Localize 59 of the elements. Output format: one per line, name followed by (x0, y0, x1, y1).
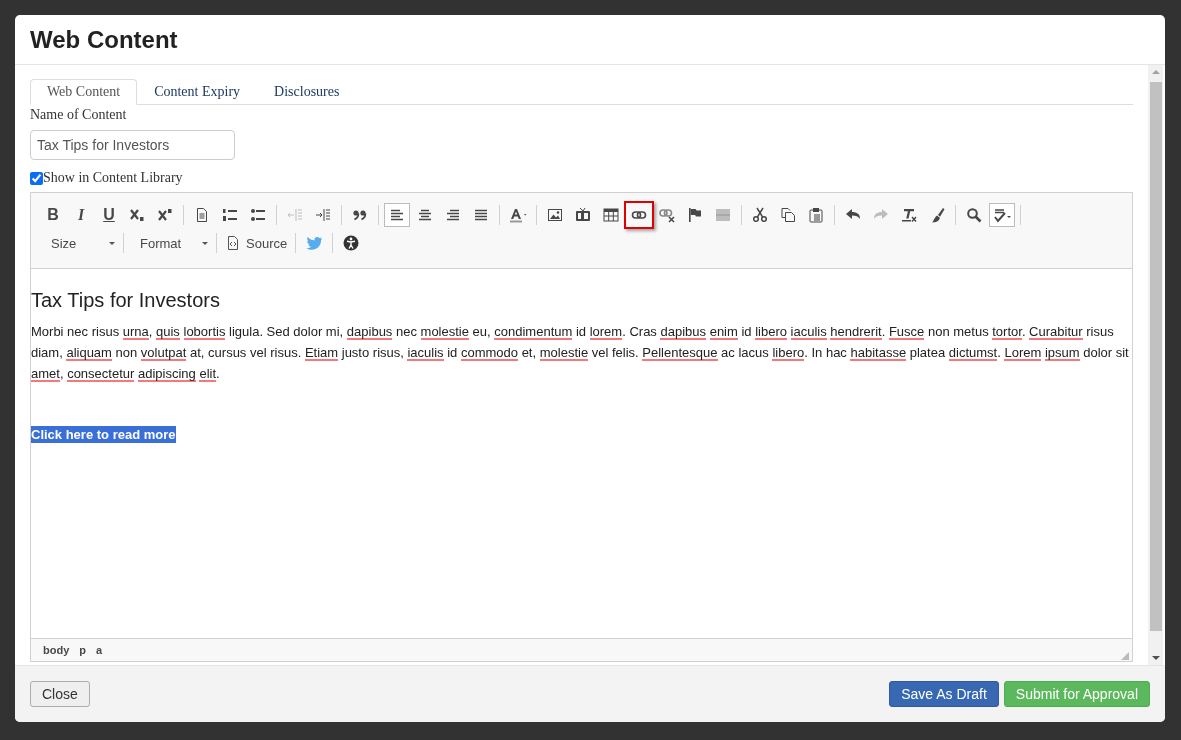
checkbox[interactable] (30, 171, 43, 185)
horizontal-rule-icon (715, 207, 731, 223)
superscript-icon (157, 207, 173, 223)
bird-icon (306, 235, 323, 251)
dialog-title: Web Content (30, 25, 178, 54)
resize-grip-icon[interactable] (1121, 652, 1129, 660)
element-path-item[interactable]: p (79, 644, 86, 656)
tab[interactable]: Disclosures (257, 79, 357, 105)
table-icon (603, 207, 619, 223)
close-button[interactable]: Close (30, 681, 90, 707)
align-left-button[interactable] (384, 203, 410, 227)
copy-icon (780, 207, 796, 223)
code-file-icon (225, 235, 241, 251)
accessibility-icon (343, 235, 360, 251)
scrollbar-thumb[interactable] (1149, 82, 1162, 631)
field-label: Name of Content (30, 107, 127, 123)
body-paragraph: Morbi nec risus urna, quis lobortis ligula. Sed dolor mi, dapibus nec molestie eu, condimentum id lorem. Cras dapibus enim id libero iaculis hendrerit. Fusce non metus tortor. Curabitur risus diam, aliquam non volutpat at, cursus vel risus. Etiam justo risus, iaculis id commodo et, molestie vel felis. Pellentesque ac lacus libero. In hac habitasse platea dictumst. Lorem ipsum dolor sit amet, consectetur adipiscing elit. (31, 323, 1130, 384)
flag-icon (687, 207, 703, 223)
image-icon (547, 207, 563, 223)
align-right-icon (445, 207, 461, 223)
spellcheck-icon (992, 207, 1012, 223)
indent-icon (315, 207, 331, 223)
media-icon (575, 207, 591, 223)
link-button[interactable] (626, 203, 652, 227)
selected-link-text[interactable]: Click here to read more (31, 426, 176, 443)
source-button[interactable]: Source (221, 231, 292, 255)
caret-icon (109, 241, 115, 245)
clear-formatting-icon (901, 207, 917, 223)
clipboard-icon (808, 207, 824, 223)
scroll-down-icon[interactable] (1151, 656, 1160, 660)
element-path-item[interactable]: body (43, 644, 70, 656)
text-color-icon (508, 207, 528, 223)
scrollbar[interactable] (1148, 65, 1163, 665)
tab[interactable]: Content Expiry (137, 79, 258, 105)
underline-button[interactable]: U (96, 203, 122, 227)
content-heading: Tax Tips for Investors (31, 289, 221, 312)
numbered-list-icon (222, 207, 238, 223)
spellcheck-button[interactable] (989, 203, 1015, 227)
name-input-field[interactable]: Tax Tips for Investors (30, 130, 235, 160)
document-icon (194, 207, 210, 223)
dropdown[interactable]: Size (39, 231, 119, 255)
italic-button[interactable]: I (68, 203, 94, 227)
align-left-icon (389, 207, 405, 223)
checkbox-label: Show in Content Library (43, 170, 183, 186)
caret-icon (202, 241, 208, 245)
scissors-icon (752, 207, 768, 223)
element-path-item[interactable]: a (96, 644, 103, 656)
save-draft-button[interactable]: Save As Draft (889, 681, 999, 707)
bulleted-list-icon (250, 207, 266, 223)
tab[interactable]: Web Content (30, 79, 138, 105)
align-center-icon (417, 207, 433, 223)
bold-button[interactable]: B (40, 203, 66, 227)
justify-icon (473, 207, 489, 223)
unlink-icon (659, 207, 675, 223)
search-icon (966, 207, 982, 223)
outdent-icon (287, 207, 303, 223)
subscript-icon (129, 207, 145, 223)
blockquote-icon (352, 207, 368, 223)
dropdown[interactable]: Format (128, 231, 212, 255)
